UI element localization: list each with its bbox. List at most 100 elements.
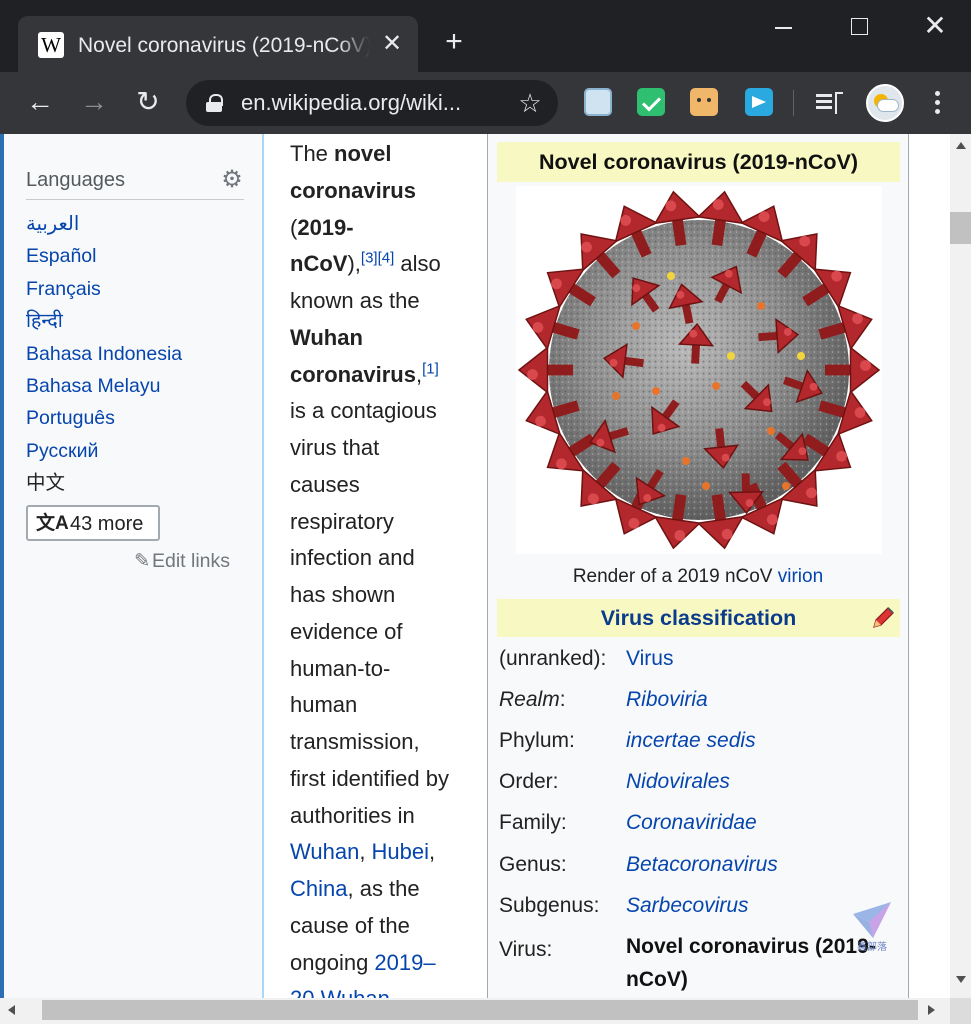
scroll-left-arrow-icon[interactable] (8, 1005, 15, 1015)
lead-line: known as the (290, 288, 420, 313)
profile-avatar[interactable] (866, 84, 904, 122)
rank-label: Realm: (499, 679, 626, 720)
horizontal-scrollbar[interactable] (0, 998, 971, 1024)
virion-link[interactable]: virion (778, 566, 823, 587)
lead-text: , (429, 839, 436, 865)
extension-notes-icon[interactable] (584, 88, 612, 116)
outbreak-link-continued[interactable]: 20 Wuhan (290, 986, 390, 998)
vertical-scroll-thumb[interactable] (950, 212, 971, 244)
hubei-link[interactable]: Hubei (372, 839, 429, 864)
membrane-protein (667, 272, 675, 280)
membrane-protein (767, 427, 775, 435)
vertical-scrollbar[interactable] (950, 134, 971, 998)
rank-value-link[interactable]: Nidovirales (626, 762, 899, 803)
page-viewport: Languages ⚙ العربية Español Français हिन… (0, 134, 950, 998)
watermark-text: 鑫部落 (857, 940, 887, 952)
back-button[interactable]: ← (24, 86, 56, 118)
rank-label: Phylum: (499, 728, 575, 752)
address-bar[interactable]: en.wikipedia.org/wiki... ☆ (186, 80, 558, 126)
infobox-title: Novel coronavirus (2019-nCoV) (497, 142, 900, 182)
sidebar: Languages ⚙ العربية Español Français हिन… (0, 134, 262, 998)
taxonomy-row: Virus: Novel coronavirus (2019-nCoV) (499, 926, 899, 996)
lead-text: ), (347, 251, 361, 277)
virion-image[interactable] (516, 186, 882, 554)
tab-close-icon[interactable]: ✕ (378, 30, 406, 58)
extension-face-icon[interactable] (690, 88, 718, 116)
minimize-button[interactable] (763, 10, 803, 46)
content-border (262, 134, 264, 998)
rank-label: Family: (499, 811, 567, 835)
rank-value-link[interactable]: Betacoronavirus (626, 844, 899, 885)
new-tab-button[interactable]: + (440, 27, 468, 57)
citation-link[interactable]: [1] (422, 360, 439, 377)
gear-icon[interactable]: ⚙ (220, 168, 244, 192)
language-link-hindi[interactable]: हिन्दी (26, 305, 256, 337)
language-link-spanish[interactable]: Español (26, 240, 256, 272)
more-languages-label: 43 more (70, 513, 144, 535)
china-link[interactable]: China (290, 876, 347, 901)
wuhan-link[interactable]: Wuhan (290, 839, 359, 864)
lead-line: authorities in (290, 802, 415, 828)
edit-links-link[interactable]: ✎Edit links (134, 548, 230, 574)
lead-bold: Wuhan (290, 324, 363, 350)
more-languages-button[interactable]: 文A 43 more (26, 505, 160, 541)
url-text[interactable]: en.wikipedia.org/wiki... (241, 90, 461, 116)
virus-classification-header: Virus classification (497, 599, 900, 637)
browser-menu-icon[interactable] (926, 88, 948, 118)
forward-button[interactable]: → (78, 86, 110, 118)
membrane-protein (797, 352, 805, 360)
membrane-protein (612, 392, 620, 400)
media-control-icon[interactable] (814, 90, 844, 116)
lead-line: has shown (290, 582, 396, 607)
active-tab[interactable]: W Novel coronavirus (2019-nCoV) - Wikipe… (18, 16, 418, 72)
translate-icon: 文A (36, 513, 69, 534)
language-link-indonesian[interactable]: Bahasa Indonesia (26, 338, 256, 370)
membrane-protein (682, 457, 690, 465)
edit-pencil-icon[interactable] (870, 605, 896, 631)
extension-check-icon[interactable] (637, 88, 665, 116)
maximize-button[interactable] (838, 10, 878, 46)
browser-toolbar: ← → ↻ en.wikipedia.org/wiki... ☆ (0, 72, 971, 134)
infobox: Novel coronavirus (2019-nCoV) Render of … (487, 134, 909, 998)
toolbar-separator (793, 90, 794, 116)
lead-line: causes (290, 471, 360, 497)
rank-value-link[interactable]: incertae sedis (626, 720, 899, 761)
citation-link[interactable]: [3][4] (361, 250, 394, 267)
scroll-right-arrow-icon[interactable] (928, 1005, 935, 1015)
lead-line: evidence of (290, 618, 403, 644)
scroll-down-arrow-icon[interactable] (956, 976, 966, 983)
language-link-malay[interactable]: Bahasa Melayu (26, 370, 256, 402)
language-link-french[interactable]: Français (26, 273, 256, 305)
window-close-button[interactable]: ✕ (915, 10, 955, 46)
lead-bold: coronavirus (290, 177, 416, 203)
rank-value-link[interactable]: Riboviria (626, 679, 899, 720)
horizontal-scroll-thumb[interactable] (42, 1000, 918, 1020)
lead-text: , as the (347, 876, 420, 901)
lead-bold: coronavirus (290, 361, 416, 387)
taxonomy-row: Subgenus: Sarbecovirus (499, 885, 899, 926)
lead-bold: 2019- (297, 214, 354, 240)
rank-value-link[interactable]: Coronaviridae (626, 803, 899, 844)
lead-line: human (290, 692, 358, 718)
image-caption: Render of a 2019 nCoV virion (488, 564, 908, 590)
reload-button[interactable]: ↻ (132, 86, 164, 118)
lead-line: is a contagious (290, 398, 437, 424)
lead-line: first identified by (290, 765, 449, 791)
membrane-protein (632, 322, 640, 330)
languages-header: Languages ⚙ (26, 168, 244, 200)
scroll-up-arrow-icon[interactable] (956, 142, 966, 149)
language-link-arabic[interactable]: العربية (26, 208, 256, 240)
outbreak-link[interactable]: 2019– (374, 950, 435, 975)
lock-icon[interactable] (206, 94, 223, 112)
bookmark-star-icon[interactable]: ☆ (515, 88, 545, 118)
language-link-chinese[interactable]: 中文 (26, 467, 256, 499)
extension-share-icon[interactable] (745, 88, 773, 116)
rank-label: Genus: (499, 852, 567, 876)
membrane-protein (727, 352, 735, 360)
language-link-russian[interactable]: Русский (26, 435, 256, 467)
rank-value-link[interactable]: Virus (626, 638, 899, 679)
language-link-portuguese[interactable]: Português (26, 402, 256, 434)
lead-text: The (290, 141, 335, 166)
article-lead-paragraph: The novel coronavirus (2019- nCoV),[3][4… (290, 134, 480, 998)
lead-bold: novel (334, 141, 392, 166)
